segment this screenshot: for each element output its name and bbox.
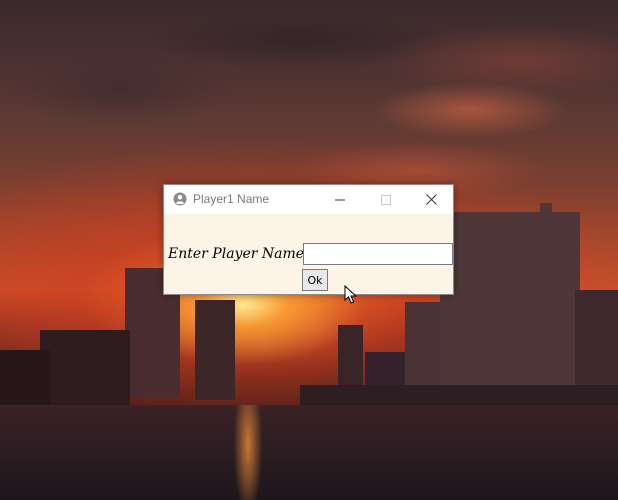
player-name-label: Enter Player Name bbox=[168, 246, 305, 262]
close-icon bbox=[425, 194, 437, 205]
rock-formation bbox=[195, 300, 235, 400]
minimize-icon bbox=[335, 199, 345, 200]
player-name-input[interactable] bbox=[303, 243, 453, 265]
water-reflection bbox=[0, 405, 618, 500]
maximize-icon bbox=[381, 194, 391, 205]
ok-button[interactable]: Ok bbox=[302, 269, 328, 291]
user-circle-icon bbox=[173, 192, 187, 206]
rock-formation bbox=[0, 350, 50, 405]
player-name-dialog: Player1 Name Enter Player Name Ok bbox=[163, 184, 454, 295]
close-button[interactable] bbox=[408, 185, 454, 214]
title-bar[interactable]: Player1 Name bbox=[164, 185, 453, 214]
maximize-button[interactable] bbox=[363, 185, 409, 214]
mouse-cursor-icon bbox=[344, 285, 358, 304]
rock-formation bbox=[440, 212, 580, 407]
minimize-button[interactable] bbox=[317, 185, 363, 214]
rock-formation bbox=[40, 330, 130, 405]
rock-formation bbox=[540, 203, 552, 233]
window-title: Player1 Name bbox=[193, 192, 270, 206]
